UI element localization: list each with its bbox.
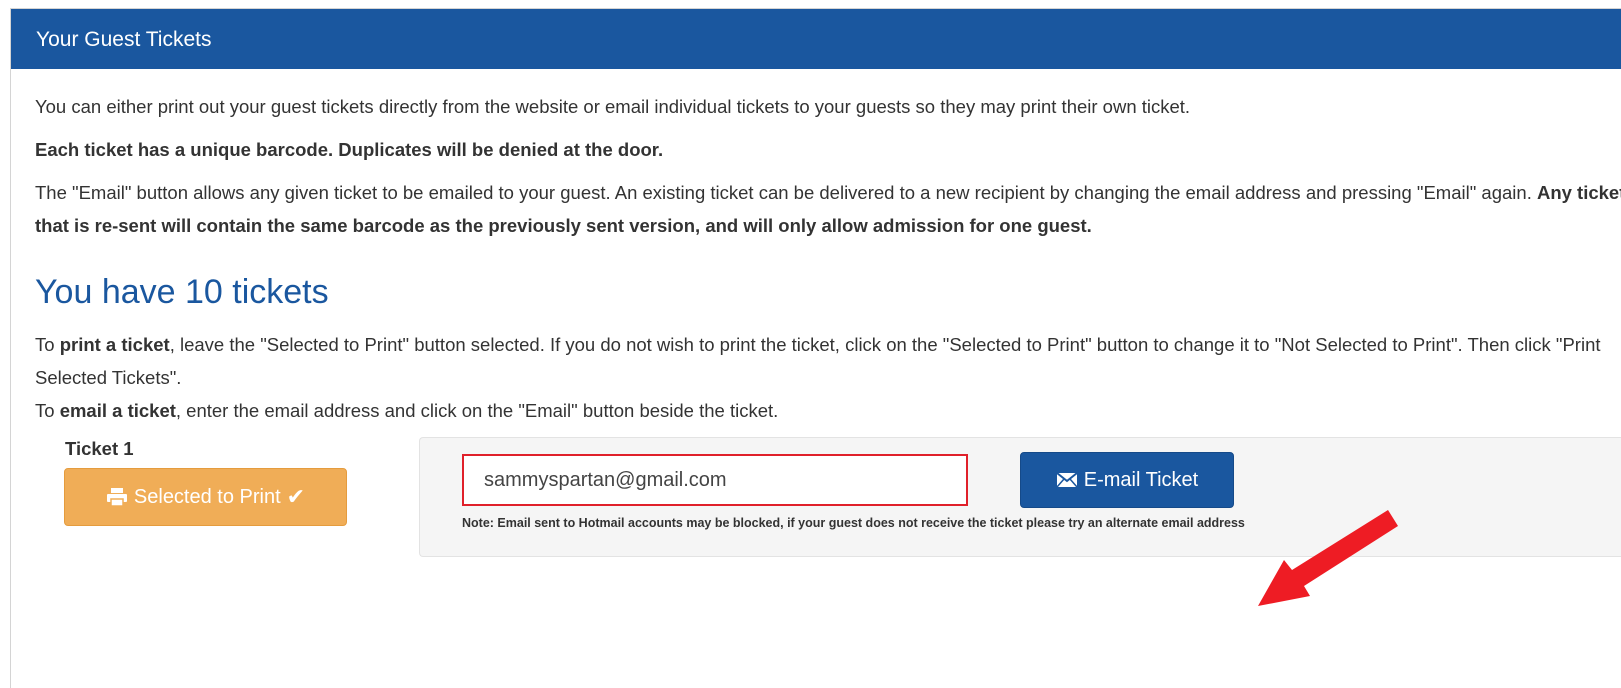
tickets-count-heading: You have 10 tickets [35, 273, 329, 311]
intro-text: You can either print out your guest tick… [35, 96, 1191, 117]
email-info-plain: The "Email" button allows any given tick… [35, 182, 1537, 203]
barcode-warning: Each ticket has a unique barcode. Duplic… [35, 139, 664, 160]
ticket-label: Ticket 1 [65, 438, 134, 459]
check-icon: ✔ [286, 484, 306, 509]
selected-to-print-button[interactable]: Selected to Print ✔ [64, 468, 347, 526]
email-box: E-mail Ticket Note: Email sent to Hotmai… [419, 437, 1621, 557]
hotmail-note: Note: Email sent to Hotmail accounts may… [462, 516, 1245, 530]
red-arrow-icon [1258, 510, 1398, 606]
email-ticket-button[interactable]: E-mail Ticket [1020, 452, 1234, 508]
email-instr-text: , enter the email address and click on t… [175, 400, 779, 421]
instructions: To print a ticket, leave the "Selected t… [35, 328, 1621, 427]
print-instr-bold: print a ticket [59, 334, 170, 355]
panel-body: You can either print out your guest tick… [11, 90, 1621, 567]
email-input[interactable] [462, 454, 968, 506]
envelope-icon [1056, 472, 1078, 488]
email-instr-prefix: To [35, 400, 60, 421]
printer-icon [106, 488, 127, 507]
print-instr-prefix: To [35, 334, 60, 355]
print-button-label: Selected to Print [133, 485, 281, 508]
email-button-label: E-mail Ticket [1083, 468, 1199, 491]
print-instr-text: , leave the "Selected to Print" button s… [35, 334, 1601, 388]
panel-title: Your Guest Tickets [11, 9, 1621, 69]
email-instr-bold: email a ticket [59, 400, 176, 421]
email-info-text: The "Email" button allows any given tick… [35, 176, 1621, 242]
